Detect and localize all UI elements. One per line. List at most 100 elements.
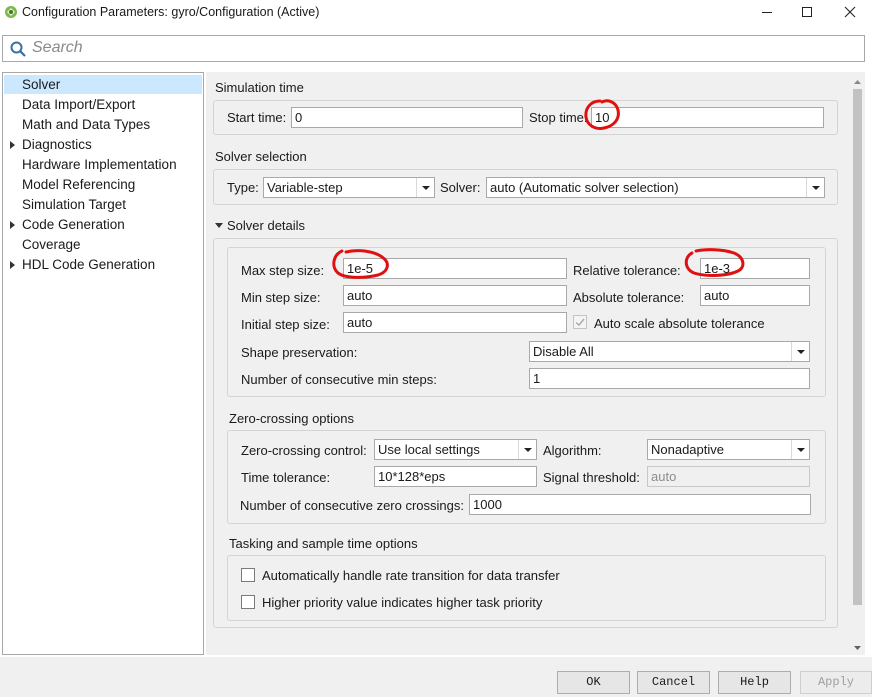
consecutive-zero-crossings-field[interactable]: 1000 [469, 494, 811, 515]
tree-item-model-referencing[interactable]: Model Referencing [4, 175, 202, 194]
apply-button[interactable]: Apply [800, 671, 872, 694]
auto-scale-tolerance-checkbox[interactable] [573, 315, 587, 329]
solver-details-group: Max step size: 1e-5 Relative tolerance: … [213, 238, 838, 628]
tree-item-math-and-data-types[interactable]: Math and Data Types [4, 115, 202, 134]
expand-arrow-icon[interactable] [10, 261, 15, 269]
absolute-tolerance-field[interactable]: auto [700, 285, 810, 306]
solver-label: Solver: [440, 180, 481, 195]
solver-details-heading[interactable]: Solver details [227, 218, 305, 233]
algorithm-dropdown[interactable]: Nonadaptive [647, 439, 810, 460]
initial-step-size-field[interactable]: auto [343, 312, 567, 333]
simulation-time-group: Start time: 0 Stop time: 10 [213, 100, 838, 135]
stop-time-label: Stop time: [529, 110, 588, 125]
help-button[interactable]: Help [718, 671, 791, 694]
zero-crossing-control-dropdown[interactable]: Use local settings [374, 439, 537, 460]
close-button[interactable] [830, 0, 870, 24]
start-time-label: Start time: [227, 110, 287, 125]
consecutive-zero-crossings-label: Number of consecutive zero crossings: [240, 498, 464, 513]
tree-item-label: Hardware Implementation [22, 157, 177, 172]
tree-item-label: Model Referencing [22, 177, 136, 192]
task-priority-label: Higher priority value indicates higher t… [262, 595, 543, 610]
time-tolerance-label: Time tolerance: [241, 470, 331, 485]
maximize-button[interactable] [787, 0, 827, 24]
stop-time-field[interactable]: 10 [591, 107, 824, 128]
tree-item-label: Data Import/Export [22, 97, 136, 112]
absolute-tolerance-label: Absolute tolerance: [573, 290, 685, 305]
shape-preservation-label: Shape preservation: [241, 345, 358, 360]
solver-type-value: Variable-step [267, 180, 343, 195]
relative-tolerance-field[interactable]: 1e-3 [700, 258, 810, 279]
min-step-size-field[interactable]: auto [343, 285, 567, 306]
tree-item-coverage[interactable]: Coverage [4, 235, 202, 254]
relative-tolerance-label: Relative tolerance: [573, 263, 681, 278]
tasking-heading: Tasking and sample time options [229, 536, 418, 551]
solver-settings-panel: Simulation time Start time: 0 Stop time:… [206, 72, 851, 655]
zero-crossing-subgroup: Zero-crossing control: Use local setting… [227, 430, 826, 524]
tree-item-label: Math and Data Types [22, 117, 151, 132]
tree-item-diagnostics[interactable]: Diagnostics [4, 135, 202, 154]
solver-selection-heading: Solver selection [215, 149, 307, 164]
start-time-field[interactable]: 0 [291, 107, 523, 128]
chevron-down-icon[interactable] [791, 440, 809, 459]
expand-arrow-icon[interactable] [10, 221, 15, 229]
ok-button[interactable]: OK [557, 671, 630, 694]
step-size-subgroup: Max step size: 1e-5 Relative tolerance: … [227, 247, 826, 397]
cancel-button[interactable]: Cancel [637, 671, 710, 694]
tree-item-label: Simulation Target [22, 197, 127, 212]
search-input[interactable] [30, 38, 850, 58]
search-box[interactable] [2, 35, 865, 62]
zero-crossing-heading: Zero-crossing options [229, 411, 354, 426]
chevron-down-icon[interactable] [518, 440, 536, 459]
minimize-button[interactable] [747, 0, 787, 24]
algorithm-value: Nonadaptive [651, 442, 724, 457]
checkmark-icon [575, 318, 585, 326]
vertical-scrollbar[interactable] [851, 72, 865, 655]
tree-item-label: Code Generation [22, 217, 125, 232]
max-step-size-field[interactable]: 1e-5 [343, 258, 567, 279]
shape-preservation-dropdown[interactable]: Disable All [529, 341, 810, 362]
solver-type-dropdown[interactable]: Variable-step [263, 177, 435, 198]
initial-step-size-label: Initial step size: [241, 317, 330, 332]
rate-transition-label: Automatically handle rate transition for… [262, 568, 560, 583]
search-icon [9, 40, 27, 58]
signal-threshold-field: auto [647, 466, 810, 487]
consecutive-min-steps-label: Number of consecutive min steps: [241, 372, 437, 387]
auto-scale-tolerance-label: Auto scale absolute tolerance [594, 316, 765, 331]
time-tolerance-field[interactable]: 10*128*eps [374, 466, 537, 487]
scroll-down-arrow-icon[interactable] [853, 640, 862, 655]
collapse-arrow-icon[interactable] [215, 223, 223, 228]
scrollbar-thumb[interactable] [853, 89, 862, 605]
zero-crossing-control-label: Zero-crossing control: [241, 443, 367, 458]
category-tree: Solver Data Import/Export Math and Data … [2, 72, 204, 655]
tree-item-label: Coverage [22, 237, 81, 252]
shape-preservation-value: Disable All [533, 344, 594, 359]
max-step-size-label: Max step size: [241, 263, 325, 278]
dialog-button-bar: OK Cancel Help Apply [0, 657, 872, 697]
tree-item-hdl-code-generation[interactable]: HDL Code Generation [4, 255, 202, 274]
tree-item-data-import-export[interactable]: Data Import/Export [4, 95, 202, 114]
chevron-down-icon[interactable] [806, 178, 824, 197]
solver-value: auto (Automatic solver selection) [490, 180, 679, 195]
solver-dropdown[interactable]: auto (Automatic solver selection) [486, 177, 825, 198]
chevron-down-icon[interactable] [791, 342, 809, 361]
zero-crossing-control-value: Use local settings [378, 442, 480, 457]
title-bar: Configuration Parameters: gyro/Configura… [0, 0, 872, 26]
tree-item-hardware-implementation[interactable]: Hardware Implementation [4, 155, 202, 174]
chevron-down-icon[interactable] [416, 178, 434, 197]
simulation-time-heading: Simulation time [215, 80, 304, 95]
tree-item-label: HDL Code Generation [22, 257, 156, 272]
scroll-up-arrow-icon[interactable] [853, 74, 862, 89]
tree-item-label: Solver [22, 77, 61, 92]
tree-item-solver[interactable]: Solver [4, 75, 202, 94]
solver-selection-group: Type: Variable-step Solver: auto (Automa… [213, 169, 838, 205]
rate-transition-checkbox[interactable] [241, 568, 255, 582]
close-icon [844, 6, 856, 18]
expand-arrow-icon[interactable] [10, 141, 15, 149]
task-priority-checkbox[interactable] [241, 595, 255, 609]
tree-item-simulation-target[interactable]: Simulation Target [4, 195, 202, 214]
tree-item-code-generation[interactable]: Code Generation [4, 215, 202, 234]
consecutive-min-steps-field[interactable]: 1 [529, 368, 810, 389]
solver-type-label: Type: [227, 180, 259, 195]
tree-item-label: Diagnostics [22, 137, 92, 152]
maximize-icon [802, 7, 812, 17]
